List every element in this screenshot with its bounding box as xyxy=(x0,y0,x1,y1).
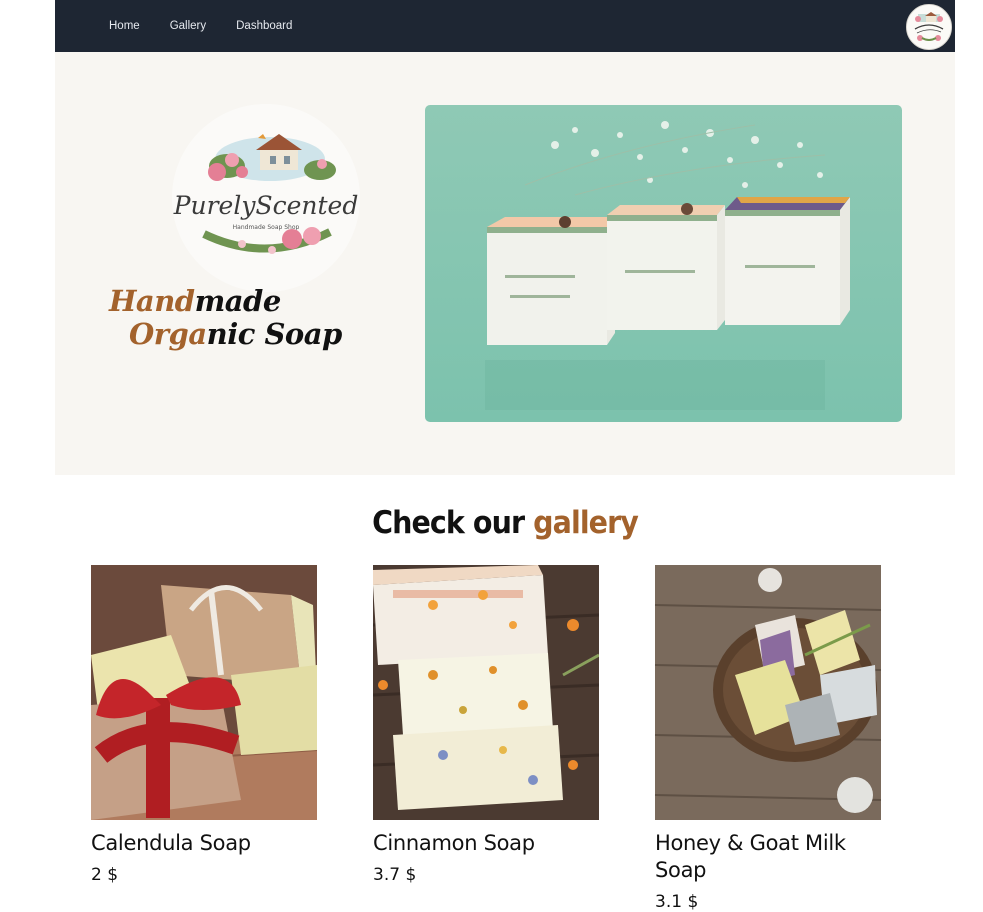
logo-text: PurelyScented xyxy=(173,191,359,220)
product-price: 3.7 $ xyxy=(373,865,417,885)
cinnamon-soap-photo[interactable] xyxy=(373,565,599,820)
tagline-rest-2: nic Soap xyxy=(206,317,343,351)
navbar: Home Gallery Dashboard xyxy=(55,0,955,52)
hero-section: PurelyScented Handmade Soap Shop Handmad… xyxy=(55,52,955,475)
product-name: Honey & Goat Milk Soap xyxy=(655,831,846,882)
calendula-soap-photo[interactable] xyxy=(91,565,317,820)
gallery-title: Check our gallery xyxy=(91,505,919,541)
gallery-title-accent: gallery xyxy=(533,505,639,541)
purelyscented-logo: PurelyScented Handmade Soap Shop xyxy=(172,104,360,292)
tagline-accent-1: Hand xyxy=(109,284,195,318)
product-price: 2 $ xyxy=(91,865,119,885)
tagline-accent-2: Orga xyxy=(129,317,207,351)
product-card[interactable]: Calendula Soap 2 $ xyxy=(91,565,317,885)
tagline-rest-1: made xyxy=(194,284,282,318)
honey-goat-milk-soap-photo[interactable] xyxy=(655,565,881,820)
product-price: 3.1 $ xyxy=(655,892,699,912)
nav-link-home[interactable]: Home xyxy=(109,20,140,32)
nav-link-dashboard[interactable]: Dashboard xyxy=(236,20,292,32)
product-card[interactable]: Honey & Goat Milk Soap 3.1 $ xyxy=(655,565,881,912)
product-card[interactable]: Cinnamon Soap 3.7 $ xyxy=(373,565,599,885)
nav-logo-icon[interactable] xyxy=(906,4,952,50)
product-name: Cinnamon Soap xyxy=(373,831,535,855)
hero-tagline: Handmade Organic Soap xyxy=(109,285,342,351)
soap-bars-photo xyxy=(425,105,902,422)
nav-link-gallery[interactable]: Gallery xyxy=(170,20,206,32)
gallery-title-prefix: Check our xyxy=(372,505,534,541)
nav-links: Home Gallery Dashboard xyxy=(109,0,292,52)
product-name: Calendula Soap xyxy=(91,831,251,855)
